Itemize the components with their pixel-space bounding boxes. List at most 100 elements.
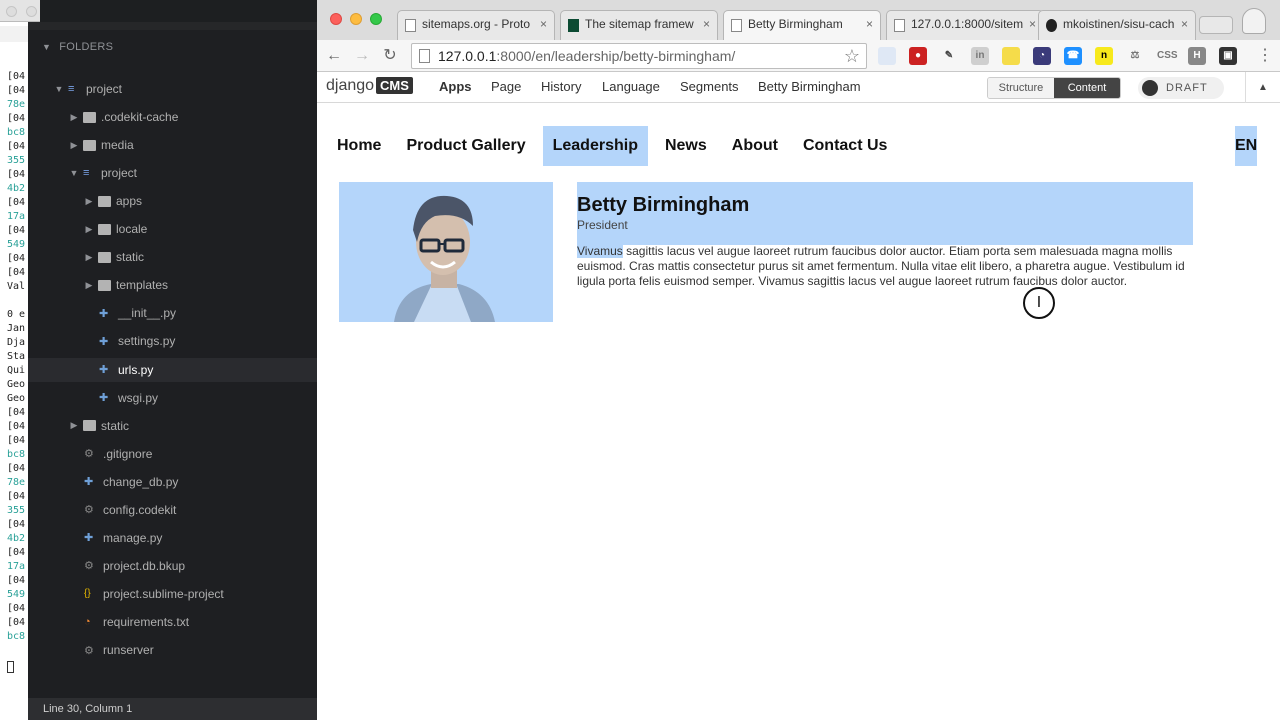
scale-ext-icon[interactable]: ⚖ — [1126, 47, 1144, 65]
cms-menu-item[interactable]: History — [541, 79, 581, 94]
structure-content-switch: Structure Content — [987, 77, 1121, 99]
tree-item[interactable]: {} project.sublime-project — [28, 582, 318, 606]
terminal-line: Geo — [7, 379, 26, 390]
camera-ext-icon[interactable]: ▣ — [1219, 47, 1237, 65]
tree-item[interactable]: ✚ manage.py — [28, 526, 318, 550]
terminal-line: 355 — [7, 155, 26, 166]
chevron-right-icon[interactable]: ▶ — [84, 280, 94, 291]
phone-ext-icon[interactable]: ☎ — [1064, 47, 1082, 65]
structure-button[interactable]: Structure — [988, 78, 1054, 98]
speed-ext-icon[interactable]: ◔ — [1033, 47, 1051, 65]
linkedin-ext-icon[interactable]: in — [971, 47, 989, 65]
close-tab-icon[interactable]: × — [703, 17, 710, 31]
minimize-icon[interactable] — [26, 6, 37, 17]
chevron-right-icon[interactable]: ▶ — [69, 140, 79, 151]
profile-icon[interactable] — [1242, 8, 1266, 34]
tree-item[interactable]: ⚙ config.codekit — [28, 498, 318, 522]
folder-icon — [98, 251, 111, 263]
nav-link[interactable]: Home — [329, 126, 389, 166]
tree-item[interactable]: ✚ change_db.py — [28, 470, 318, 494]
tree-item[interactable]: ▶ static — [28, 414, 318, 438]
close-tab-icon[interactable]: × — [540, 17, 547, 31]
close-icon[interactable] — [6, 6, 17, 17]
minimize-window-icon[interactable] — [350, 13, 362, 25]
config-file-icon: ⚙ — [84, 448, 94, 461]
tree-item[interactable]: ⚙ .gitignore — [28, 442, 318, 466]
nav-link[interactable]: News — [657, 126, 715, 166]
folder-ext-icon[interactable] — [878, 47, 896, 65]
tree-item[interactable]: ✚ urls.py — [28, 357, 318, 382]
cms-menu-item[interactable]: Language — [602, 79, 660, 94]
address-bar[interactable]: 127.0.0.1:8000/en/leadership/betty-birmi… — [411, 43, 867, 69]
cms-menu-item[interactable]: Betty Birmingham — [758, 79, 861, 94]
chevron-down-icon[interactable]: ▼ — [69, 168, 79, 178]
terminal-line: 355 — [7, 505, 26, 516]
browser-tab[interactable]: Betty Birmingham × — [723, 10, 881, 40]
n-ext-icon[interactable]: n — [1095, 47, 1113, 65]
draft-toggle[interactable]: DRAFT — [1138, 77, 1224, 99]
tree-item[interactable]: ⚙ runserver — [28, 638, 318, 662]
tree-item[interactable]: ✚ settings.py — [28, 329, 318, 353]
close-tab-icon[interactable]: × — [1181, 17, 1188, 31]
chevron-down-icon[interactable]: ▼ — [54, 84, 64, 94]
menu-icon[interactable]: ⋮ — [1254, 45, 1276, 67]
nav-link[interactable]: Leadership — [542, 126, 648, 166]
django-cms-logo[interactable]: django CMS — [326, 77, 413, 95]
chevron-right-icon[interactable]: ▶ — [84, 224, 94, 235]
tree-item[interactable]: ▼ ≡ project — [28, 77, 318, 101]
new-tab-button[interactable] — [1199, 16, 1233, 34]
cms-menu-item[interactable]: Apps — [439, 79, 472, 94]
nav-link[interactable]: About — [724, 126, 786, 166]
nav-link[interactable]: Product Gallery — [398, 126, 533, 166]
chevron-right-icon[interactable]: ▶ — [69, 420, 79, 431]
tree-item[interactable]: ▶ apps — [28, 189, 318, 213]
stop-ext-icon[interactable]: ● — [909, 47, 927, 65]
lemon-ext-icon[interactable] — [1002, 47, 1020, 65]
terminal-cursor — [7, 661, 14, 673]
tree-item[interactable]: ▶ static — [28, 245, 318, 269]
collapse-toolbar-button[interactable]: ▲ — [1245, 72, 1280, 103]
cms-menu-item[interactable]: Page — [491, 79, 521, 94]
chevron-down-icon[interactable]: ▼ — [42, 42, 51, 52]
tree-item-label: .codekit-cache — [101, 110, 179, 125]
forward-button[interactable]: → — [351, 45, 373, 67]
python-file-icon: ✚ — [84, 532, 94, 545]
language-switch[interactable]: EN — [1235, 126, 1257, 166]
chevron-right-icon[interactable]: ▶ — [84, 252, 94, 263]
close-tab-icon[interactable]: × — [1029, 17, 1036, 31]
browser-tab[interactable]: The sitemap framew × — [560, 10, 718, 40]
eyedropper-ext-icon[interactable]: ✎ — [940, 47, 958, 65]
tab-strip: sitemaps.org - Proto × The sitemap framew ×… — [317, 0, 1280, 40]
tree-item[interactable]: ✚ __init__.py — [28, 301, 318, 325]
chevron-right-icon[interactable]: ▶ — [69, 112, 79, 123]
browser-tab[interactable]: 127.0.0.1:8000/sitem × — [886, 10, 1044, 40]
bookmark-star-icon[interactable]: ☆ — [844, 46, 860, 67]
tree-item-label: project — [101, 166, 138, 181]
tree-item[interactable]: ▶ locale — [28, 217, 318, 241]
reload-button[interactable]: ↻ — [379, 45, 401, 67]
close-tab-icon[interactable]: × — [866, 17, 873, 31]
h-ext-icon[interactable]: H — [1188, 47, 1206, 65]
tab-title: The sitemap framew — [585, 17, 694, 31]
chevron-right-icon[interactable]: ▶ — [84, 196, 94, 207]
tree-item[interactable]: ▼ ≡ project — [28, 161, 318, 185]
nav-link[interactable]: Contact Us — [795, 126, 895, 166]
tree-item[interactable]: ▶ media — [28, 133, 318, 157]
tree-item[interactable]: ◔ requirements.txt — [28, 610, 318, 634]
tree-item[interactable]: ✚ wsgi.py — [28, 386, 318, 410]
text-file-icon: ◔ — [84, 615, 91, 628]
browser-tab[interactable]: sitemaps.org - Proto × — [397, 10, 555, 40]
tab-title: Betty Birmingham — [748, 17, 843, 31]
maximize-window-icon[interactable] — [370, 13, 382, 25]
content-button[interactable]: Content — [1054, 78, 1120, 98]
tree-item[interactable]: ▶ .codekit-cache — [28, 105, 318, 129]
back-button[interactable]: ← — [323, 45, 345, 67]
cms-menu-item[interactable]: Segments — [680, 79, 739, 94]
terminal-line: Dja — [7, 337, 26, 348]
tree-item[interactable]: ▶ templates — [28, 273, 318, 297]
close-window-icon[interactable] — [330, 13, 342, 25]
browser-tab[interactable]: mkoistinen/sisu-cach × — [1038, 10, 1196, 40]
tree-item[interactable]: ⚙ project.db.bkup — [28, 554, 318, 578]
terminal-line: Sta — [7, 351, 26, 362]
css-ext-icon[interactable]: CSS — [1157, 47, 1178, 65]
